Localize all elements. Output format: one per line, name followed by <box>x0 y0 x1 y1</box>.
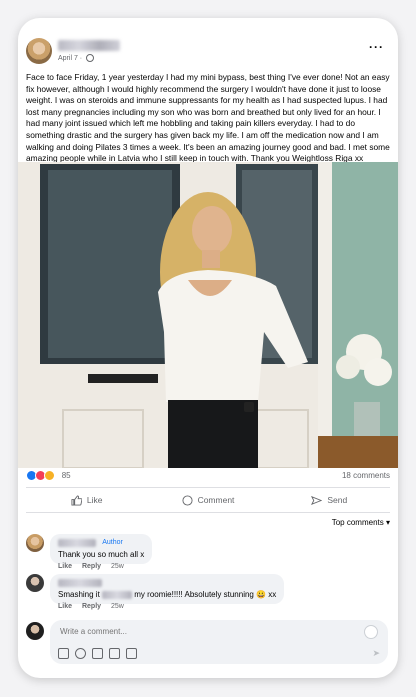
text-format-icon[interactable] <box>58 648 69 659</box>
top-comments-dropdown[interactable]: Top comments ▾ <box>332 518 390 527</box>
comment-actions: Like Reply 25w <box>58 603 132 610</box>
post-actions: Like Comment Send <box>26 490 390 510</box>
commenter-name-redacted[interactable] <box>58 578 102 587</box>
globe-icon <box>86 54 95 62</box>
comment-bubble: Smashing it my roomie!!!!! Absolutely st… <box>50 574 285 604</box>
post-card: April 7 · ··· Face to face Friday, 1 yea… <box>18 18 398 678</box>
like-label: Like <box>86 495 103 505</box>
comment-label: Comment <box>197 495 235 505</box>
reactions-summary[interactable]: 85 18 comments <box>26 470 390 484</box>
divider <box>26 512 390 513</box>
commenter-avatar[interactable] <box>26 534 44 552</box>
comment-text: Smashing it my roomie!!!!! Absolutely st… <box>58 590 277 599</box>
photo-illustration <box>18 162 398 468</box>
comment-like-button[interactable]: Like <box>58 563 72 570</box>
comment-actions: Like Reply 25w <box>58 563 132 570</box>
comment-bubble-icon <box>182 494 193 506</box>
post-date[interactable]: April 7 <box>58 55 78 62</box>
comment-count-link[interactable]: 18 comments <box>342 471 390 480</box>
current-user-avatar <box>26 622 44 640</box>
author-badge: Author <box>102 539 123 547</box>
divider <box>26 487 390 488</box>
more-options-button[interactable]: ··· <box>369 40 384 54</box>
comment-time: 25w <box>110 603 124 610</box>
comment-input-box[interactable]: ➤ <box>50 620 388 664</box>
send-arrow-icon <box>311 495 323 505</box>
author-name-redacted[interactable] <box>58 40 120 51</box>
send-comment-icon[interactable]: ➤ <box>372 648 380 659</box>
commenter-avatar[interactable] <box>26 574 44 592</box>
comment-input[interactable] <box>58 626 322 637</box>
tagged-name-redacted[interactable] <box>102 590 133 599</box>
top-comments-label: Top comments <box>331 518 384 527</box>
post-body-text: Face to face Friday, 1 year yesterday I … <box>26 72 390 164</box>
post-meta: April 7 · <box>58 54 95 62</box>
like-button[interactable]: Like <box>26 490 147 510</box>
composer-tools <box>58 648 137 659</box>
comment-composer: ➤ <box>26 620 390 668</box>
camera-icon[interactable] <box>92 648 103 659</box>
comment-button[interactable]: Comment <box>147 490 268 510</box>
comment-text: Thank you so much all x <box>58 550 145 559</box>
post-header: April 7 · ··· <box>26 38 390 68</box>
author-avatar[interactable] <box>26 38 52 64</box>
emoji-icon[interactable] <box>75 648 86 659</box>
comment-bubble: Author Thank you so much all x <box>50 534 153 564</box>
comment-reply-button[interactable]: Reply <box>82 603 101 610</box>
chevron-down-icon: ▾ <box>385 518 390 527</box>
comment-time: 25w <box>110 563 124 570</box>
thumbs-up-icon <box>71 494 82 506</box>
sticker-icon[interactable] <box>126 648 137 659</box>
reaction-count: 85 <box>61 471 71 480</box>
avatar-sticker-icon[interactable] <box>364 625 378 639</box>
gif-icon[interactable] <box>109 648 120 659</box>
comment-like-button[interactable]: Like <box>58 603 72 610</box>
post-photo[interactable] <box>18 162 398 468</box>
comment-reply-button[interactable]: Reply <box>82 563 101 570</box>
send-button[interactable]: Send <box>269 490 390 510</box>
send-label: Send <box>327 495 348 505</box>
wow-reaction-icon <box>44 470 56 481</box>
commenter-name-redacted[interactable] <box>58 538 96 547</box>
